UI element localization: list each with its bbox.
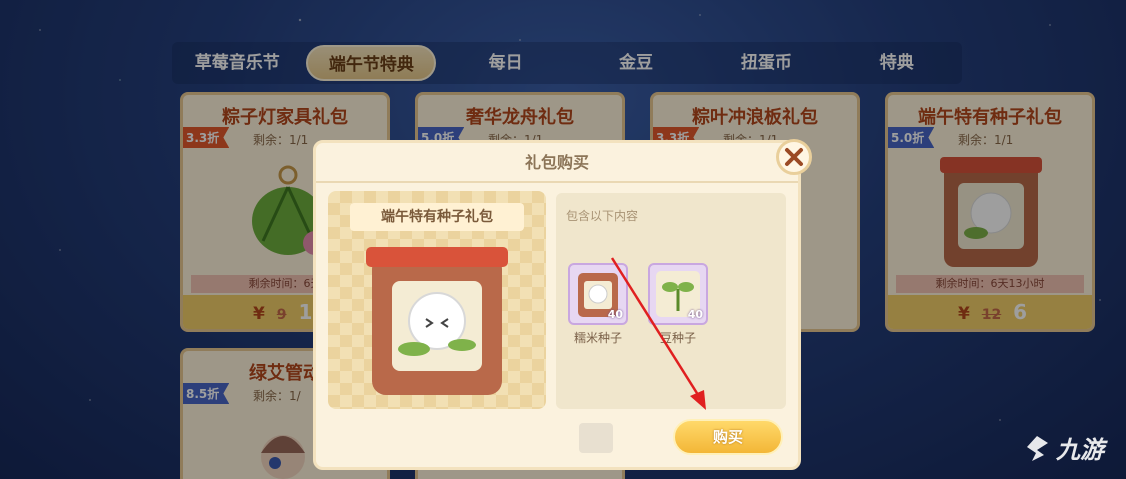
close-button[interactable] <box>776 139 812 175</box>
package-preview: 端午特有种子礼包 <box>328 191 546 409</box>
seed-bag-large-icon <box>366 247 508 395</box>
purchase-dialog: 礼包购买 端午特有种子礼包 包含以下内容 40 糯米种子 40 豆种子 购买 <box>313 139 812 470</box>
buy-button[interactable]: 购买 <box>673 419 783 455</box>
item-bean-seed[interactable]: 40 <box>648 263 708 325</box>
item-count: 40 <box>687 308 703 321</box>
item-label: 豆种子 <box>659 331 696 345</box>
item-count: 40 <box>607 308 623 321</box>
dialog-title: 礼包购买 <box>316 143 798 183</box>
package-name: 端午特有种子礼包 <box>350 203 524 231</box>
jiuyou-logo-icon <box>1027 435 1048 461</box>
contents-label: 包含以下内容 <box>566 209 639 223</box>
watermark-text: 九游 <box>1056 436 1104 464</box>
package-contents: 包含以下内容 40 糯米种子 40 豆种子 <box>556 193 786 409</box>
item-label: 糯米种子 <box>573 331 622 345</box>
blurred-placeholder <box>579 423 613 453</box>
watermark: 九游 <box>1022 430 1104 465</box>
item-rice-seed[interactable]: 40 <box>568 263 628 325</box>
close-x-icon <box>785 148 803 166</box>
